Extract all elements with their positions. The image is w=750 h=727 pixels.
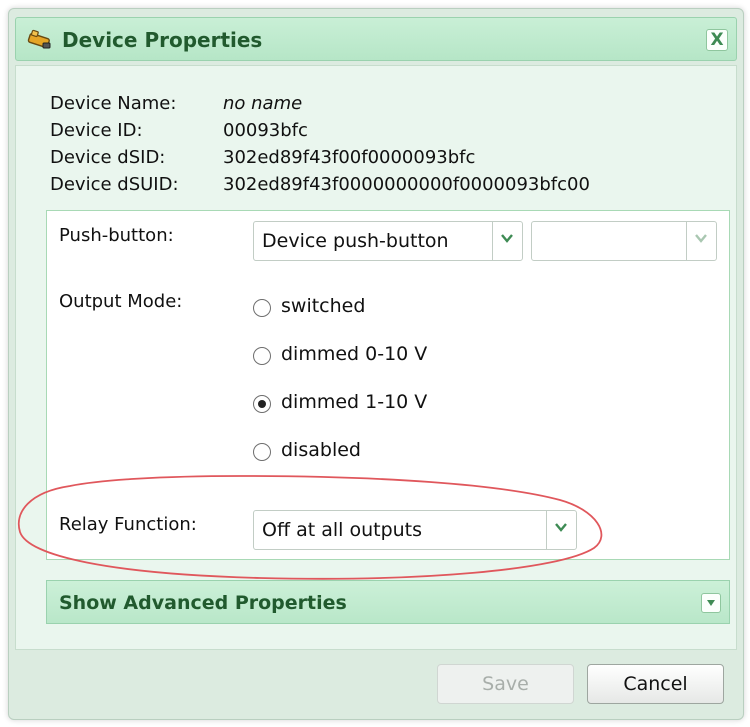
radio-dimmed-1-10[interactable] — [253, 395, 271, 413]
device-name-label: Device Name: — [50, 93, 177, 114]
properties-panel: Push-button: Device push-button Output M… — [46, 210, 730, 560]
device-dsid-row: Device dSID: 302ed89f43f00f0000093bfc — [50, 144, 590, 171]
relay-function-label: Relay Function: — [59, 514, 197, 535]
chevron-down-icon[interactable] — [492, 222, 522, 260]
advanced-properties-label: Show Advanced Properties — [59, 592, 347, 614]
radio-label: switched — [281, 295, 366, 317]
dialog-title: Device Properties — [62, 28, 263, 52]
chevron-down-icon — [707, 600, 715, 606]
show-advanced-properties[interactable]: Show Advanced Properties — [46, 580, 730, 624]
save-button[interactable]: Save — [437, 664, 574, 704]
screen: Device Properties X Device Name: no name… — [0, 0, 750, 727]
radio-dimmed-0-10[interactable] — [253, 347, 271, 365]
radio-switched[interactable] — [253, 299, 271, 317]
device-id-label: Device ID: — [50, 120, 143, 141]
chevron-down-icon[interactable] — [546, 511, 576, 549]
radio-label: dimmed 1-10 V — [281, 391, 428, 413]
device-properties-dialog: Device Properties X Device Name: no name… — [8, 8, 744, 720]
expand-toggle[interactable] — [701, 593, 721, 613]
cancel-button[interactable]: Cancel — [587, 664, 724, 704]
device-dsuid-row: Device dSUID: 302ed89f43f0000000000f0000… — [50, 171, 590, 198]
relay-function-select[interactable]: Off at all outputs — [253, 510, 577, 550]
device-dsuid-value: 302ed89f43f0000000000f0000093bfc00 — [223, 174, 590, 195]
push-button-secondary-select[interactable] — [531, 221, 717, 261]
push-button-label: Push-button: — [59, 225, 174, 246]
device-dsid-value: 302ed89f43f00f0000093bfc — [223, 147, 476, 168]
device-dsuid-label: Device dSUID: — [50, 174, 179, 195]
device-info: Device Name: no name Device ID: 00093bfc… — [50, 90, 590, 198]
output-mode-option[interactable]: dimmed 0-10 V — [253, 343, 427, 365]
radio-label: dimmed 0-10 V — [281, 343, 428, 365]
push-button-select[interactable]: Device push-button — [253, 221, 523, 261]
device-plug-icon — [26, 29, 56, 51]
radio-label: disabled — [281, 439, 361, 461]
output-mode-option[interactable]: dimmed 1-10 V — [253, 391, 427, 413]
dialog-body: Device Name: no name Device ID: 00093bfc… — [15, 65, 737, 650]
device-id-row: Device ID: 00093bfc — [50, 117, 590, 144]
push-button-select-value: Device push-button — [262, 230, 449, 252]
close-button[interactable]: X — [706, 29, 728, 51]
output-mode-label: Output Mode: — [59, 291, 183, 312]
relay-function-select-value: Off at all outputs — [262, 519, 423, 541]
device-dsid-label: Device dSID: — [50, 147, 166, 168]
output-mode-option[interactable]: switched — [253, 295, 365, 317]
device-name-row: Device Name: no name — [50, 90, 590, 117]
output-mode-option[interactable]: disabled — [253, 439, 361, 461]
device-name-value: no name — [223, 93, 303, 114]
dialog-titlebar[interactable]: Device Properties X — [15, 17, 737, 61]
chevron-down-icon[interactable] — [686, 222, 716, 260]
close-icon: X — [710, 30, 724, 50]
device-id-value: 00093bfc — [223, 120, 308, 141]
radio-disabled[interactable] — [253, 443, 271, 461]
